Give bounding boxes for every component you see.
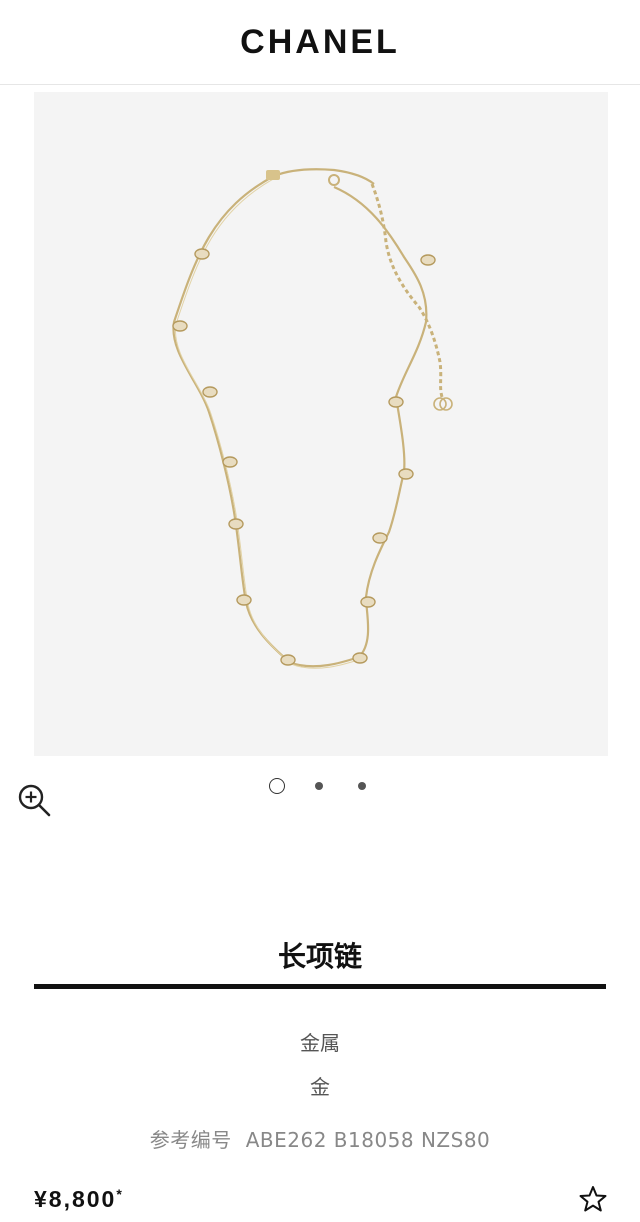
title-divider [34, 984, 606, 989]
necklace-illustration [172, 168, 453, 669]
carousel-dot-3[interactable] [353, 777, 371, 795]
product-price: ¥8,800* [34, 1186, 122, 1213]
product-reference: 参考编号 ABE262 B18058 NZS80 [0, 1124, 640, 1153]
product-color: 金 [310, 1075, 330, 1099]
product-material: 金属 [300, 1031, 340, 1055]
star-icon [579, 1186, 607, 1212]
brand-logo[interactable]: CHANEL [240, 23, 400, 62]
wishlist-button[interactable] [578, 1184, 608, 1214]
price-footnote-mark: * [116, 1186, 122, 1202]
carousel-dot-1[interactable] [268, 777, 286, 795]
product-title: 长项链 [277, 940, 362, 973]
carousel-dot-2[interactable] [310, 777, 328, 795]
carousel-indicator [0, 777, 640, 797]
reference-code: ABE262 B18058 NZS80 [245, 1128, 491, 1152]
product-image[interactable] [34, 92, 608, 756]
reference-label: 参考编号 [149, 1128, 232, 1152]
site-header: CHANEL [0, 0, 640, 85]
price-value: ¥8,800 [34, 1186, 117, 1212]
